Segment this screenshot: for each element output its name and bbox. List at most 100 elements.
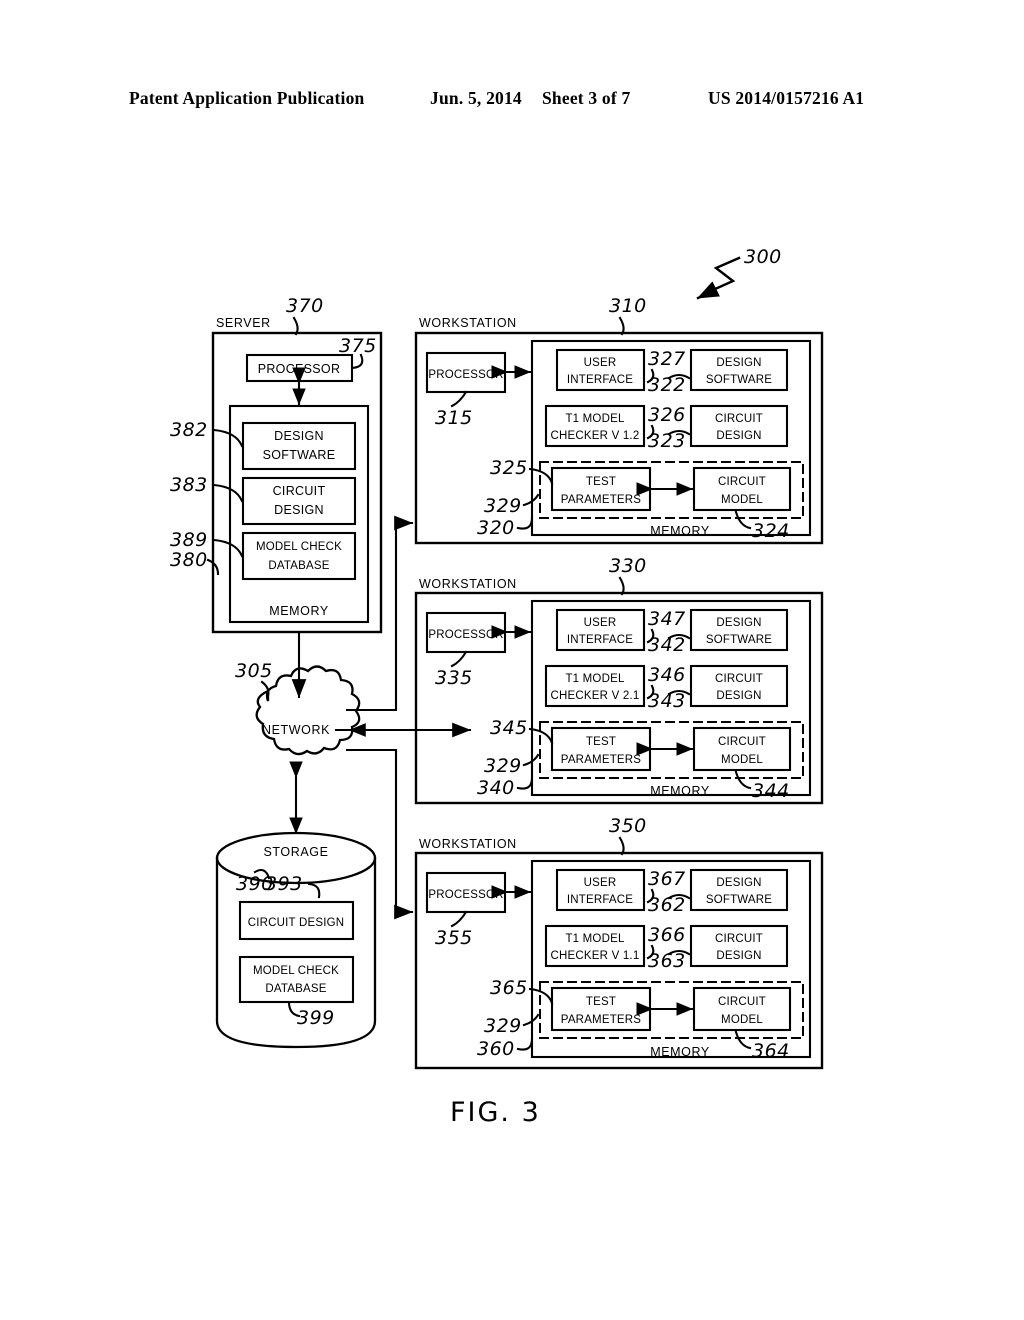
ref-370: 370 (286, 295, 324, 317)
workstation-2-design-software-line1: DESIGN (716, 617, 761, 629)
ref-366: 366 (648, 924, 686, 946)
workstation-2-title: WORKSTATION (419, 577, 517, 591)
server-model-check-db-line1: MODEL CHECK (256, 541, 342, 553)
workstation-3-user-interface-line1: USER (584, 877, 617, 889)
workstation-1-circuit-design-line1: CIRCUIT (715, 413, 763, 425)
leader-355 (450, 910, 468, 928)
patent-figure: 300 SERVER 370 PROCESSOR 375 MEMORY DESI… (0, 0, 1024, 1320)
workstation-1-title: WORKSTATION (419, 316, 517, 330)
ref-362: 362 (648, 894, 686, 916)
workstation-3-circuit-model-line2: MODEL (721, 1014, 763, 1026)
workstation-1-model-checker-line2: CHECKER V 1.2 (551, 430, 640, 442)
workstation-2-circuit-model-line1: CIRCUIT (718, 736, 766, 748)
ref-355: 355 (435, 927, 473, 949)
workstation-2-circuit-design-line2: DESIGN (716, 690, 761, 702)
leader-389 (212, 538, 244, 558)
leader-330 (618, 576, 625, 596)
workstation-1-circuit-model-line1: CIRCUIT (718, 476, 766, 488)
workstation-3-memory-label: MEMORY (650, 1045, 710, 1059)
workstation-2-design-software-line2: SOFTWARE (706, 634, 772, 646)
leader-344 (734, 770, 752, 790)
ref-393: 393 (265, 873, 303, 895)
workstation-1-circuit-model-line2: MODEL (721, 494, 763, 506)
leader-335 (450, 650, 468, 668)
server-circuit-design-line1: CIRCUIT (273, 484, 326, 498)
workstation-3-model-checker-line2: CHECKER V 1.1 (551, 950, 640, 962)
system-ref-pointer (696, 256, 741, 300)
workstation-3-title: WORKSTATION (419, 837, 517, 851)
workstation-1-processor-label: PROCESSOR (428, 369, 503, 381)
net-ws1-link (345, 515, 414, 712)
workstation-3-test-parameters-line2: PARAMETERS (561, 1014, 642, 1026)
ref-363: 363 (648, 950, 686, 972)
ref-315: 315 (435, 407, 473, 429)
ref-344: 344 (752, 780, 790, 802)
workstation-3-circuit-design-line1: CIRCUIT (715, 933, 763, 945)
workstation-2-model-checker-line2: CHECKER V 2.1 (551, 690, 640, 702)
ref-367: 367 (648, 868, 686, 890)
ref-343: 343 (648, 690, 686, 712)
storage-label: STORAGE (263, 845, 328, 859)
leader-382 (212, 428, 244, 448)
workstation-3-test-parameters-line1: TEST (586, 996, 616, 1008)
server-title: SERVER (216, 316, 271, 330)
workstation-2-user-interface-line1: USER (584, 617, 617, 629)
ref-389: 389 (170, 529, 208, 551)
workstation-2-model-checker-line1: T1 MODEL (565, 673, 625, 685)
ref-375: 375 (339, 335, 377, 357)
ref-364: 364 (752, 1040, 790, 1062)
workstation-1-test-parameters-line1: TEST (586, 476, 616, 488)
leader-315 (450, 390, 468, 408)
workstation-2-circuit-design-line1: CIRCUIT (715, 673, 763, 685)
ref-360: 360 (477, 1038, 515, 1060)
server-processor-label: PROCESSOR (258, 362, 341, 376)
ref-382: 382 (170, 419, 208, 441)
ref-305: 305 (235, 660, 273, 682)
ref-365: 365 (490, 977, 528, 999)
storage-model-check-db-line1: MODEL CHECK (253, 965, 339, 977)
workstation-1-memory-label: MEMORY (650, 524, 710, 538)
leader-364 (734, 1030, 752, 1050)
storage-model-check-db-line2: DATABASE (265, 983, 326, 995)
workstation-3-design-software-line1: DESIGN (716, 877, 761, 889)
ref-326: 326 (648, 404, 686, 426)
workstation-1-circuit-design-line2: DESIGN (716, 430, 761, 442)
ref-383: 383 (170, 474, 208, 496)
server-design-software-line1: DESIGN (274, 429, 324, 443)
ref-350: 350 (609, 815, 647, 837)
ref-335: 335 (435, 667, 473, 689)
workstation-3-user-interface-line2: INTERFACE (567, 894, 633, 906)
ref-329-b: 329 (484, 755, 522, 777)
network-label: NETWORK (262, 723, 330, 737)
ref-345: 345 (490, 717, 528, 739)
ref-322: 322 (648, 374, 686, 396)
workstation-2-processor-label: PROCESSOR (428, 629, 503, 641)
ref-342: 342 (648, 634, 686, 656)
workstation-3-circuit-model-line1: CIRCUIT (718, 996, 766, 1008)
ref-327: 327 (648, 348, 686, 370)
leader-324 (734, 510, 752, 530)
leader-350 (618, 836, 625, 856)
leader-393 (307, 882, 321, 899)
ref-380: 380 (170, 549, 208, 571)
workstation-1-user-interface-line1: USER (584, 357, 617, 369)
net-ws3-link (345, 748, 414, 920)
ref-320: 320 (477, 517, 515, 539)
workstation-2-user-interface-line2: INTERFACE (567, 634, 633, 646)
server-model-check-db-box (241, 531, 357, 581)
leader-360 (516, 1037, 534, 1051)
workstation-3-processor-label: PROCESSOR (428, 889, 503, 901)
ref-347: 347 (648, 608, 686, 630)
workstation-2-test-parameters-line1: TEST (586, 736, 616, 748)
workstation-2-test-parameters-line2: PARAMETERS (561, 754, 642, 766)
ref-346: 346 (648, 664, 686, 686)
figure-caption: FIG. 3 (450, 1097, 541, 1128)
storage-circuit-design-label: CIRCUIT DESIGN (248, 917, 345, 929)
leader-370 (292, 316, 299, 336)
storage-model-check-db-box (238, 955, 355, 1004)
server-model-check-db-line2: DATABASE (268, 560, 329, 572)
workstation-1-design-software-line1: DESIGN (716, 357, 761, 369)
workstation-2-circuit-model-line2: MODEL (721, 754, 763, 766)
workstation-1-design-software-line2: SOFTWARE (706, 374, 772, 386)
ref-329-c: 329 (484, 1015, 522, 1037)
